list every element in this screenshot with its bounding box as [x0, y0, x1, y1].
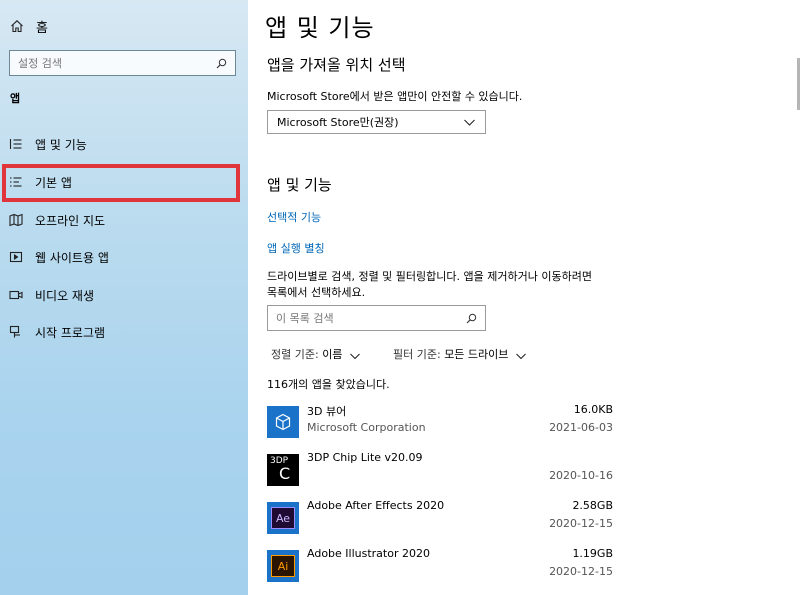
- sidebar-item-apps-for-websites[interactable]: 웹 사이트용 앱: [0, 240, 248, 274]
- illustrator-icon: Ai: [267, 550, 299, 582]
- app-name: Adobe After Effects 2020: [307, 499, 445, 512]
- search-icon[interactable]: [466, 309, 477, 328]
- page-title: 앱 및 기능: [265, 14, 375, 42]
- section-title: 앱: [10, 92, 21, 105]
- main-content: 앱 및 기능 앱을 가져올 위치 선택 Microsoft Store에서 받은…: [248, 0, 800, 595]
- filter-label: 필터 기준:: [393, 348, 441, 361]
- filter-value: 모든 드라이브: [444, 348, 509, 361]
- sidebar-item-label: 앱 및 기능: [35, 137, 87, 152]
- features-section-title: 앱 및 기능: [267, 176, 332, 194]
- app-publisher: Microsoft Corporation: [307, 421, 426, 434]
- app-list-item[interactable]: 3DP C 3DP Chip Lite v20.09 2020-10-16: [267, 451, 613, 495]
- sidebar-item-startup[interactable]: 시작 프로그램: [0, 315, 248, 349]
- sort-value: 이름: [322, 348, 343, 361]
- sidebar-item-video-playback[interactable]: 비디오 재생: [0, 278, 248, 312]
- app-list-item[interactable]: Ae Adobe After Effects 2020 2.58GB 2020-…: [267, 499, 613, 543]
- 3d-viewer-icon: [267, 406, 299, 438]
- filter-by-dropdown[interactable]: 필터 기준: 모든 드라이브: [393, 346, 527, 362]
- app-list-item[interactable]: 3D 뷰어 Microsoft Corporation 16.0KB 2021-…: [267, 403, 613, 447]
- app-date: 2020-12-15: [549, 565, 613, 578]
- sort-label: 정렬 기준:: [271, 348, 319, 361]
- app-count-text: 116개의 앱을 찾았습니다.: [267, 378, 390, 391]
- home-icon: [10, 19, 24, 33]
- sidebar: 홈 앱 앱 및 기능 기본 앱 오프라인 지도 웹 사이트용 앱: [0, 0, 248, 595]
- app-date: 2020-10-16: [549, 469, 613, 482]
- app-list-search-box[interactable]: [267, 305, 486, 331]
- dropdown-value: Microsoft Store만(권장): [277, 116, 399, 129]
- app-list-search-input[interactable]: [276, 311, 466, 325]
- app-date: 2020-12-15: [549, 517, 613, 530]
- sidebar-item-label: 시작 프로그램: [35, 325, 106, 340]
- selected-highlight-box: [2, 164, 240, 202]
- settings-search-box[interactable]: [9, 50, 236, 76]
- chevron-down-icon: [350, 350, 361, 360]
- startup-icon: [9, 325, 23, 339]
- home-nav-item[interactable]: 홈: [10, 15, 48, 37]
- app-aliases-link[interactable]: 앱 실행 별칭: [267, 240, 325, 256]
- sidebar-item-apps-features[interactable]: 앱 및 기능: [0, 127, 248, 161]
- features-description-line2: 목록에서 선택하세요.: [267, 286, 366, 299]
- sort-by-dropdown[interactable]: 정렬 기준: 이름: [271, 346, 361, 362]
- install-description: Microsoft Store에서 받은 앱만이 안전할 수 있습니다.: [267, 90, 523, 103]
- features-description-line1: 드라이브별로 검색, 정렬 및 필터링합니다. 앱을 제거하거나 이동하려면: [267, 270, 592, 283]
- install-section-title: 앱을 가져올 위치 선택: [267, 56, 406, 74]
- chevron-down-icon: [464, 116, 475, 129]
- search-icon[interactable]: [216, 54, 227, 73]
- app-size: 2.58GB: [572, 499, 613, 512]
- sidebar-item-label: 웹 사이트용 앱: [35, 250, 109, 265]
- sidebar-item-offline-maps[interactable]: 오프라인 지도: [0, 203, 248, 237]
- app-name: Adobe Illustrator 2020: [307, 547, 430, 560]
- apps-features-icon: [9, 137, 23, 151]
- app-name: 3D 뷰어: [307, 405, 347, 418]
- app-name: 3DP Chip Lite v20.09: [307, 451, 423, 464]
- sidebar-item-label: 비디오 재생: [35, 288, 95, 303]
- settings-search-input[interactable]: [18, 51, 216, 75]
- video-playback-icon: [9, 288, 23, 302]
- sidebar-item-label: 오프라인 지도: [35, 213, 106, 228]
- after-effects-icon: Ae: [267, 502, 299, 534]
- offline-maps-icon: [9, 213, 23, 227]
- 3dp-chip-icon: 3DP C: [267, 454, 299, 486]
- home-label: 홈: [36, 20, 48, 36]
- app-date: 2021-06-03: [549, 421, 613, 434]
- app-size: 16.0KB: [573, 403, 613, 416]
- app-source-dropdown[interactable]: Microsoft Store만(권장): [267, 110, 486, 134]
- app-list-item[interactable]: Ai Adobe Illustrator 2020 1.19GB 2020-12…: [267, 547, 613, 591]
- app-size: 1.19GB: [572, 547, 613, 560]
- chevron-down-icon: [516, 350, 527, 360]
- optional-features-link[interactable]: 선택적 기능: [267, 209, 321, 225]
- apps-for-websites-icon: [9, 250, 23, 264]
